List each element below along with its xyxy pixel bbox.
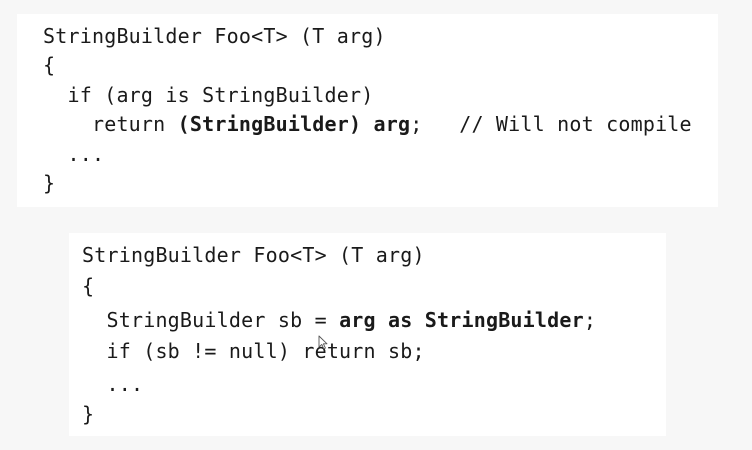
code-comment: ; // Will not compile xyxy=(410,112,692,136)
code-line-open-brace: { xyxy=(82,274,95,298)
code-line-null-check: if (sb != null) return sb; xyxy=(82,339,425,363)
code-text-bold: (StringBuilder) arg xyxy=(177,112,411,136)
code-line-as-assignment: StringBuilder sb = arg as StringBuilder; xyxy=(82,308,596,332)
mouse-pointer-icon xyxy=(318,335,328,350)
code-line-close-brace: } xyxy=(43,171,56,195)
code-text: return xyxy=(43,112,178,136)
code-text-bold: arg as StringBuilder xyxy=(339,308,584,332)
code-snippet-as-example: StringBuilder Foo<T> (T arg) { StringBui… xyxy=(69,233,666,436)
code-line-if-check: if (arg is StringBuilder) xyxy=(43,83,374,107)
code-text: ; xyxy=(583,308,597,332)
code-line-close-brace: } xyxy=(82,402,95,426)
code-line-open-brace: { xyxy=(43,53,56,77)
code-line-ellipsis: ... xyxy=(43,142,105,166)
code-line-signature: StringBuilder Foo<T> (T arg) xyxy=(82,243,425,267)
code-text: StringBuilder sb = xyxy=(82,308,340,332)
code-snippet-cast-example: StringBuilder Foo<T> (T arg) { if (arg i… xyxy=(17,14,718,207)
code-line-return-cast: return (StringBuilder) arg; // Will not … xyxy=(43,112,692,136)
code-line-signature: StringBuilder Foo<T> (T arg) xyxy=(43,24,386,48)
code-line-ellipsis: ... xyxy=(82,372,144,396)
